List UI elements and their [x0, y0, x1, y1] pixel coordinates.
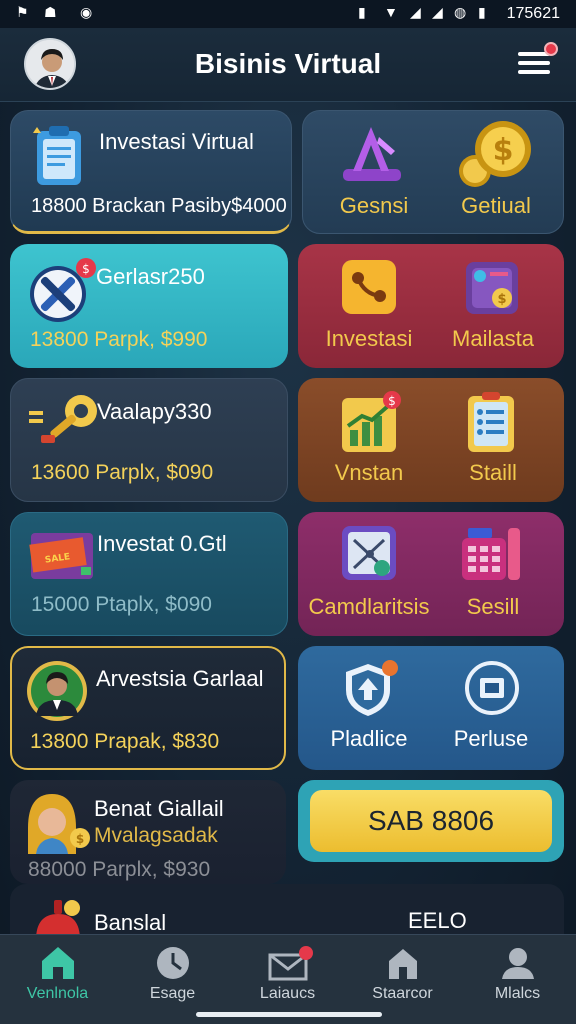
card-title: Investat 0.Gtl — [97, 531, 227, 556]
svg-text:$: $ — [497, 292, 506, 307]
tile-label-getiual: Getiual — [461, 193, 531, 218]
clock-icon — [153, 945, 193, 981]
card-title: Gerlasr250 — [96, 264, 205, 289]
app-notification-icon: ☗ — [44, 4, 57, 20]
status-bar: ⚑ ☗ ◉ ▮ ▼ ◢ ◢ ◍ ▮ 175621 — [0, 0, 576, 28]
nav-label: Staarcor — [372, 985, 433, 1002]
growth-chart-icon[interactable]: $ — [338, 390, 404, 459]
tile-label-investasi: Investasi — [325, 326, 413, 351]
nav-label: Esage — [149, 985, 196, 1002]
card-title: Investasi Virtual — [99, 129, 254, 154]
menu-icon-bar — [518, 70, 550, 74]
tile-label-camdlaritsis: Camdlaritsis — [308, 594, 430, 619]
svg-text:$: $ — [82, 262, 90, 276]
nav-label: Mlalcs — [494, 985, 541, 1002]
profile-avatar — [26, 660, 88, 727]
nav-item-laiaucs[interactable]: Laiaucs — [230, 935, 345, 1024]
signal-icon-2: ◢ — [432, 4, 443, 20]
network-icon[interactable] — [340, 524, 400, 589]
calculator-icon[interactable] — [458, 524, 524, 589]
tile-label-mailasta: Mailasta — [452, 326, 534, 351]
signal-icon: ◢ — [410, 4, 421, 20]
card-title: Arvestsia Garlaal — [96, 666, 264, 691]
tile-label-staill: Staill — [469, 460, 517, 485]
home-indicator — [196, 1012, 382, 1017]
bottom-nav: Venlnola Esage Laiaucs Staarcor Mlalcs — [0, 934, 576, 1024]
battery-icon: ▮ — [478, 4, 486, 20]
nav-item-mlalcs[interactable]: Mlalcs — [460, 935, 575, 1024]
app-header: Bisinis Virtual — [0, 28, 576, 102]
card-title: Benat Giallail — [94, 796, 224, 821]
card-title: Banslal — [94, 910, 167, 935]
nav-item-staarcor[interactable]: Staarcor — [345, 935, 460, 1024]
card-subtitle: 13800 Prapak, $830 — [30, 730, 220, 753]
card-subtitle: 88000 Parplx, $930 — [28, 858, 211, 881]
promo-card: SAB 8806 — [298, 780, 564, 862]
nav-item-home[interactable]: Venlnola — [0, 935, 115, 1024]
shield-icon[interactable] — [342, 658, 400, 725]
key-icon — [27, 389, 103, 460]
card-tiles-row1: Gesnsi $ Getiual — [302, 110, 564, 234]
wallet-icon[interactable]: $ — [462, 258, 522, 323]
checklist-icon[interactable] — [466, 390, 518, 459]
coins-icon[interactable]: $ — [453, 115, 537, 198]
tools-icon: $ — [24, 254, 100, 335]
card-tiles-row2: Investasi $ Mailasta — [298, 244, 564, 368]
mute-icon: ▮ — [358, 4, 366, 20]
ticket-icon: SALE — [27, 527, 97, 592]
chart-peak-icon[interactable] — [339, 121, 405, 192]
card-gerlasr[interactable]: $ Gerlasr250 13800 Parpk, $990 — [10, 244, 288, 368]
card-subtitle: 15000 Ptaplx, $090 — [31, 593, 212, 616]
nav-label: Laiaucs — [259, 985, 316, 1002]
status-time: 175621 — [506, 5, 560, 22]
profile-avatar: $ — [22, 788, 102, 859]
nav-label: Venlnola — [26, 985, 89, 1002]
card-tiles-row3: $ Vnstan Staill — [298, 378, 564, 502]
clipboard-icon — [25, 121, 95, 196]
tile-label-vnstan: Vnstan — [334, 460, 404, 485]
card-arvestsia[interactable]: Arvestsia Garlaal 13800 Prapak, $830 — [10, 646, 286, 770]
card-subtitle-2: Mvalagsadak — [94, 824, 218, 847]
tile-label-pladlice: Pladlice — [330, 726, 408, 751]
card-investasi-virtual[interactable]: Investasi Virtual 18800 Brackan Pasiby$4… — [10, 110, 292, 234]
card-subtitle: 13600 Parplx, $090 — [31, 461, 214, 484]
profile-icon — [498, 945, 538, 981]
card-tiles-row5: Pladlice Perluse — [298, 646, 564, 770]
mail-icon — [268, 945, 313, 981]
store-icon — [383, 945, 423, 981]
svg-text:$: $ — [76, 832, 84, 846]
card-subtitle: 18800 Brackan Pasiby$4000 — [31, 195, 287, 217]
svg-text:$: $ — [388, 394, 396, 408]
tile-label-sesill: Sesill — [466, 594, 520, 619]
notification-badge — [544, 42, 558, 56]
nav-item-esage[interactable]: Esage — [115, 935, 230, 1024]
page-title: Bisinis Virtual — [194, 48, 382, 79]
promo-button[interactable]: SAB 8806 — [310, 790, 552, 852]
card-benat[interactable]: $ Benat Giallail Mvalagsadak 88000 Parpl… — [10, 780, 286, 884]
data-saver-icon: ◍ — [454, 4, 467, 20]
wifi-icon: ▼ — [384, 4, 398, 20]
sync-icon: ◉ — [80, 4, 93, 20]
home-icon — [38, 945, 78, 981]
card-investat[interactable]: SALE Investat 0.Gtl 15000 Ptaplx, $090 — [10, 512, 288, 636]
wallet-circle-icon[interactable] — [464, 660, 520, 721]
svg-text:$: $ — [493, 133, 514, 168]
tile-label-eelo: EELO — [408, 908, 467, 933]
card-tiles-row4: Camdlaritsis Sesill — [298, 512, 564, 636]
notification-icon: ⚑ — [16, 4, 29, 20]
tile-label-perluse: Perluse — [453, 726, 529, 751]
tile-label-gensni: Gesnsi — [339, 193, 409, 218]
menu-icon-bar — [518, 61, 550, 65]
card-vaalapy[interactable]: Vaalapy330 13600 Parplx, $090 — [10, 378, 288, 502]
card-subtitle: 13800 Parpk, $990 — [30, 328, 208, 351]
card-title: Vaalapy330 — [97, 399, 212, 424]
share-icon[interactable] — [340, 258, 398, 321]
